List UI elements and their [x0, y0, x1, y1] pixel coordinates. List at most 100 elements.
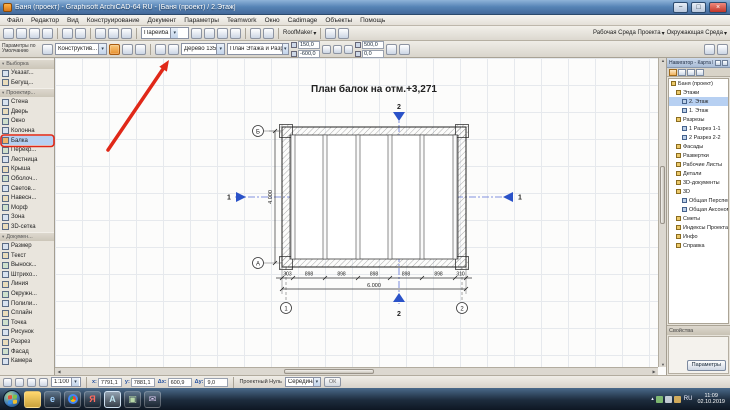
tab-project-map[interactable]	[669, 69, 677, 76]
guides-icon[interactable]	[230, 27, 241, 39]
save-icon[interactable]	[29, 27, 40, 39]
snap-combo[interactable]: Середина ▾	[284, 377, 321, 387]
tool-label[interactable]: Выноск...	[0, 260, 54, 270]
menu-view[interactable]: Вид	[63, 15, 83, 26]
new-document-icon[interactable]	[3, 27, 14, 39]
menu-help[interactable]: Помощь	[356, 15, 389, 26]
tree-item-project-indexes[interactable]: Индексы Проекта	[669, 223, 728, 232]
tool-skylight[interactable]: Светов...	[0, 184, 54, 194]
beam-angle-value[interactable]: 0,0	[362, 49, 384, 58]
update-tray-icon[interactable]	[673, 395, 681, 403]
tool-window[interactable]: Окно	[0, 117, 54, 127]
tool-polyline[interactable]: Полили...	[0, 299, 54, 309]
vertical-scrollbar[interactable]: ▲ ▼	[658, 58, 666, 367]
close-button[interactable]: ×	[709, 1, 727, 13]
undo-icon[interactable]	[62, 27, 73, 39]
navigator-close-icon[interactable]	[722, 59, 728, 66]
start-button[interactable]	[3, 390, 21, 408]
yandex-taskbar-icon[interactable]: Я	[84, 390, 101, 408]
navigator-pin-icon[interactable]	[715, 59, 721, 66]
beam-straight-geometry-button[interactable]	[109, 43, 120, 55]
tree-item-interior-elevations[interactable]: Развертки	[669, 151, 728, 160]
magnet-icon[interactable]	[217, 27, 228, 39]
tracker-value[interactable]: 9,0	[204, 377, 229, 387]
layer-icon[interactable]	[344, 44, 353, 54]
beam[interactable]	[387, 134, 393, 260]
tool-line[interactable]: Линия	[0, 280, 54, 290]
tool-text[interactable]: Текст	[0, 251, 54, 261]
cut-icon[interactable]	[95, 27, 106, 39]
tree-item-details[interactable]: Детали	[669, 169, 728, 178]
tool-figure[interactable]: Рисунок	[0, 328, 54, 338]
mark-up-icon[interactable]	[338, 27, 350, 39]
menu-window[interactable]: Окно	[261, 15, 284, 26]
tool-hotspot[interactable]: Точка	[0, 318, 54, 328]
tool-slab[interactable]: Перекр...	[0, 145, 54, 155]
infobox-options-icon[interactable]	[717, 43, 728, 55]
publish-icon[interactable]	[263, 27, 274, 39]
toolbox-group-document[interactable]: ▾ Докумен...	[0, 231, 54, 242]
explorer-taskbar-icon[interactable]	[24, 390, 41, 408]
tool-spline[interactable]: Сплайн	[0, 308, 54, 318]
tool-roof[interactable]: Крыша	[0, 165, 54, 175]
print-icon[interactable]	[42, 27, 53, 39]
tab-view-map[interactable]	[678, 69, 686, 76]
network-tray-icon[interactable]	[655, 395, 663, 403]
beam-chain-geometry-button[interactable]	[135, 43, 146, 55]
menu-document[interactable]: Документ	[143, 15, 180, 26]
view-display-combo[interactable]: План Этажа и Разрез... ▾	[227, 43, 289, 55]
chrome-taskbar-icon[interactable]	[64, 390, 81, 408]
beam-plan-drawing[interactable]: План балок на отм.+3,271 1 1 2 2 303 898…	[55, 58, 666, 375]
horizontal-scrollbar[interactable]: ◀ ▶	[55, 367, 658, 375]
tab-publisher[interactable]	[696, 69, 704, 76]
tray-expand-icon[interactable]: ▴	[651, 396, 654, 402]
beam-height-field[interactable]: 150,0	[291, 40, 320, 49]
copy-icon[interactable]	[108, 27, 119, 39]
scroll-down-icon[interactable]: ▼	[659, 362, 666, 367]
teamwork-icon[interactable]	[325, 27, 337, 39]
tab-layout-book[interactable]	[687, 69, 695, 76]
minimize-button[interactable]: −	[673, 1, 688, 13]
profile-combo[interactable]: Дерево 135 ▾	[181, 43, 225, 55]
pen-color-icon[interactable]	[322, 44, 331, 54]
tracker-icon[interactable]	[386, 43, 397, 55]
reference-axis-icon[interactable]	[155, 43, 166, 55]
redo-icon[interactable]	[75, 27, 86, 39]
beam-offset-field[interactable]: -600,0	[291, 49, 320, 58]
zoom-out-icon[interactable]	[27, 377, 36, 387]
beam[interactable]	[322, 134, 328, 260]
drawing-canvas[interactable]: План балок на отм.+3,271 1 1 2 2 303 898…	[55, 58, 666, 375]
beam-width-field[interactable]: 500,0	[355, 40, 384, 49]
tool-shell[interactable]: Оболоч...	[0, 174, 54, 184]
open-icon[interactable]	[16, 27, 27, 39]
tool-dimension[interactable]: Размер	[0, 241, 54, 251]
scroll-right-icon[interactable]: ▶	[650, 369, 658, 374]
beam-settings-icon[interactable]	[42, 43, 53, 55]
tool-camera[interactable]: Камера	[0, 356, 54, 366]
tool-elevation[interactable]: Фасад	[0, 347, 54, 357]
tree-item-sections[interactable]: Разрезы	[669, 115, 728, 124]
toolbox-group-design[interactable]: ▾ Проектир...	[0, 87, 54, 98]
anchor-point-icon[interactable]	[168, 43, 179, 55]
tool-door[interactable]: Дверь	[0, 107, 54, 117]
tool-zone[interactable]: Зона	[0, 213, 54, 223]
viewer-taskbar-icon[interactable]: ▣	[124, 390, 141, 408]
toolbox-group-selection[interactable]: ▾ Выборка	[0, 59, 54, 69]
pan-icon[interactable]	[39, 377, 48, 387]
beam-angle-field[interactable]: 0,0	[355, 49, 384, 58]
tracker-value[interactable]: 600,9	[167, 377, 192, 387]
menu-design[interactable]: Конструирование	[83, 15, 144, 26]
tree-item-axonometry[interactable]: Общая Аксонометрия	[669, 205, 728, 214]
beam-curved-geometry-button[interactable]	[122, 43, 133, 55]
beam[interactable]	[355, 134, 361, 260]
beam[interactable]	[290, 134, 296, 260]
scroll-left-icon[interactable]: ◀	[55, 369, 63, 374]
maximize-button[interactable]: □	[691, 1, 706, 13]
zoom-fit-icon[interactable]	[3, 377, 12, 387]
structure-combo[interactable]: Конструктив... ▾	[55, 43, 107, 55]
tool-fill[interactable]: Штрихо...	[0, 270, 54, 280]
tree-item-3d[interactable]: 3D	[669, 187, 728, 196]
menu-edit[interactable]: Редактор	[27, 15, 63, 26]
mail-taskbar-icon[interactable]: ✉	[144, 390, 161, 408]
fill-color-icon[interactable]	[333, 44, 342, 54]
